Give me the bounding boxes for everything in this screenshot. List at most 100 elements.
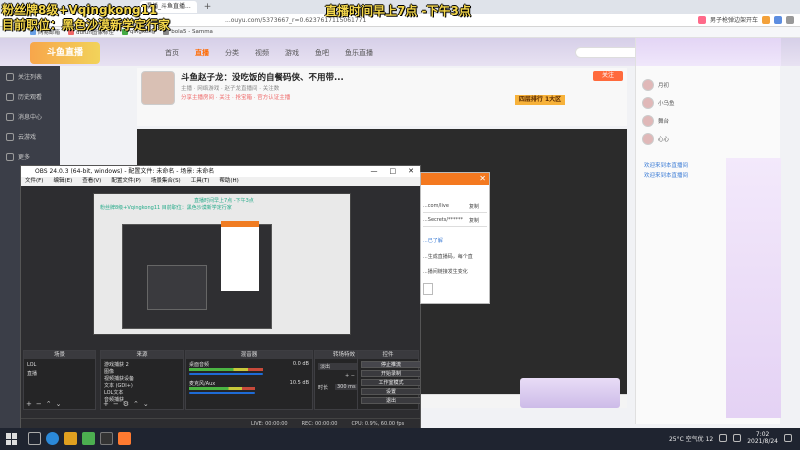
extension-icon[interactable] [697,15,706,24]
volume-slider[interactable] [189,373,263,375]
menu-icon[interactable] [786,15,794,24]
douyu-icon[interactable] [118,432,131,445]
left-nav-cloud-games[interactable]: 云游戏 [6,132,36,141]
nested-dialog [221,221,259,291]
volume-icon[interactable] [733,434,742,442]
cpu-fps: CPU: 0.9%, 60.00 fps [351,421,405,427]
menu-scene-collection[interactable]: 场景集合(S) [151,177,181,186]
copy-key-button[interactable]: 复制 [469,217,479,224]
start-recording-button[interactable]: 开始录制 [361,370,421,377]
rank-row[interactable]: 月初 [642,78,669,92]
rec-timer: REC: 00:00:00 [301,421,338,427]
source-item[interactable]: 文本 (GDI+) [104,382,133,389]
bookmark-item[interactable]: bola5 - Samma [163,29,213,35]
menu-profile[interactable]: 配置文件(P) [111,177,141,186]
minimize-icon[interactable]: — [371,166,378,177]
bell-icon [6,112,14,121]
nav-video[interactable]: 视频 [255,48,269,58]
gift-banner[interactable] [520,378,620,408]
close-icon[interactable]: ✕ [408,166,414,177]
profile-icon[interactable] [774,15,782,24]
system-tray: 25°C 空气优 12 7:02 2021/8/24 [669,431,792,445]
dialog-note: ...生成直播码，每个直 [423,254,473,260]
add-icon[interactable]: + [26,400,32,408]
start-button[interactable] [6,433,18,445]
exit-button[interactable]: 退出 [361,397,421,404]
nav-live[interactable]: 直播 [195,48,209,58]
rank-row[interactable]: 小乌鱼 [642,96,675,110]
nav-category[interactable]: 分类 [225,48,239,58]
dialog-input[interactable] [423,283,433,295]
toolbar-item[interactable]: 男子枪弹边架开车 [710,15,758,24]
remove-icon[interactable]: − [113,400,119,408]
edge-icon[interactable] [46,432,59,445]
dialog-note: ...播间链接发生变化 [423,269,468,275]
file-explorer-icon[interactable] [64,432,77,445]
app-icon[interactable] [82,432,95,445]
new-tab-button[interactable]: + [200,2,216,12]
obs-title-bar[interactable]: OBS 24.0.3 (64-bit, windows) - 配置文件: 未命名… [21,166,420,177]
clock[interactable]: 7:02 2021/8/24 [747,431,778,445]
network-icon[interactable] [719,434,728,442]
clock-icon [6,92,14,101]
copy-url-button[interactable]: 复制 [469,203,479,210]
left-nav-more[interactable]: 更多 [6,152,30,161]
rank-badge[interactable]: 四层排行 1大区 [515,95,565,105]
menu-tools[interactable]: 工具(T) [191,177,210,186]
browser-toolbar: 男子枪弹边架开车 [697,15,794,24]
rank-user: 月初 [658,83,670,89]
source-item[interactable]: 图像 [104,368,114,375]
scene-item[interactable]: 直播 [27,370,37,377]
gear-icon[interactable]: ⚙ [123,400,129,408]
nav-fishbar[interactable]: 鱼吧 [315,48,329,58]
streamer-avatar[interactable] [141,71,175,105]
settings-button[interactable]: 设置 [361,388,421,395]
menu-help[interactable]: 帮助(H) [219,177,238,186]
obs-preview[interactable]: 直播时间早上7点 -下午3点 粉丝牌8级+Vqingkong11 目前职位：黑色… [93,193,351,335]
menu-view[interactable]: 查看(V) [82,177,101,186]
overlay-position: 目前职位：黑色沙漠新学定行家 [2,18,171,32]
follow-button[interactable]: 关注 [593,71,623,81]
source-item[interactable]: 游戏捕获 2 [104,361,129,368]
scene-item[interactable]: LOL [27,362,36,368]
left-nav-messages[interactable]: 消息中心 [6,112,42,121]
chat-user: 欢迎来到本直播间 [644,163,689,169]
remove-icon[interactable]: − [36,400,42,408]
weather-widget[interactable]: 25°C 空气优 12 [669,434,713,443]
chat-user: 欢迎来到本直播间 [644,173,689,179]
source-item[interactable]: LOL文本 [104,389,123,396]
obs-icon[interactable] [100,432,113,445]
source-item[interactable]: 视频捕获设备 [104,375,134,382]
add-icon[interactable]: + [103,400,109,408]
rank-row[interactable]: 舞台 [642,114,669,128]
down-icon[interactable]: ⌄ [143,400,149,408]
window-controls: — □ ✕ [371,166,415,177]
notification-icon[interactable] [784,434,792,442]
stop-streaming-button[interactable]: 停止推流 [361,361,421,368]
menu-file[interactable]: 文件(F) [25,177,43,186]
site-logo[interactable]: 斗鱼直播 [30,42,100,64]
nav-home[interactable]: 首页 [165,48,179,58]
volume-slider[interactable] [189,392,255,394]
obs-status-bar: LIVE: 00:00:00 REC: 00:00:00 CPU: 0.9%, … [21,418,420,428]
dock-title: 控件 [358,351,418,359]
rtmp-url: ...com/live [423,203,449,209]
avatar [642,115,654,127]
menu-edit[interactable]: 编辑(E) [53,177,72,186]
maximize-icon[interactable]: □ [390,166,397,177]
nav-games[interactable]: 游戏 [285,48,299,58]
close-icon[interactable]: ✕ [479,174,486,183]
left-nav-follow[interactable]: 关注列表 [6,72,42,81]
learn-more-link[interactable]: ...已了解 [423,237,443,244]
down-icon[interactable]: ⌄ [56,400,62,408]
left-nav-history[interactable]: 历史观看 [6,92,42,101]
room-tags[interactable]: 分享主播房间 · 关注 · 抢宝箱 · 官方认证主播 [181,93,290,101]
up-icon[interactable]: ⌃ [133,400,139,408]
rank-row[interactable]: 心心 [642,132,669,146]
studio-mode-button[interactable]: 工作室模式 [361,379,421,386]
game-icon[interactable] [762,15,770,24]
search-icon[interactable] [28,432,41,445]
nav-entertainment[interactable]: 鱼乐直播 [345,48,373,58]
dock-title: 来源 [101,351,183,359]
up-icon[interactable]: ⌃ [46,400,52,408]
